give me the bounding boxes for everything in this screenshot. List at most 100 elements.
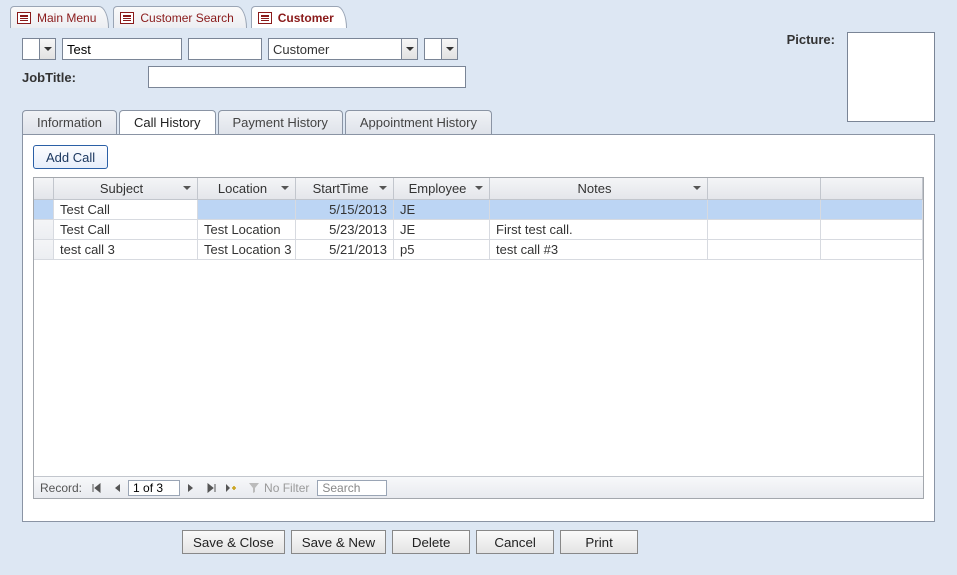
document-tab-bar: Main Menu Customer Search Customer [0,0,957,28]
cell-notes[interactable]: First test call. [490,220,708,240]
cell-location[interactable] [198,200,296,220]
print-button[interactable]: Print [560,530,638,554]
tab-information[interactable]: Information [22,110,117,134]
chevron-down-icon[interactable] [39,39,55,59]
form-icon [17,12,31,24]
record-label: Record: [40,481,82,495]
cell-notes[interactable] [490,200,708,220]
datasheet-body: Test Call5/15/2013JETest CallTest Locati… [34,200,923,476]
select-all-handle[interactable] [34,178,54,200]
nav-last-button[interactable] [202,480,220,496]
filter-indicator[interactable]: No Filter [248,481,309,495]
tab-label: Call History [134,115,200,130]
doc-tab-main-menu[interactable]: Main Menu [10,6,109,28]
picture-box[interactable] [847,32,935,122]
col-starttime[interactable]: StartTime [296,178,394,200]
cell-location[interactable]: Test Location 3 [198,240,296,260]
form-actions: Save & Close Save & New Delete Cancel Pr… [22,522,935,554]
form-icon [120,12,134,24]
cell-notes[interactable]: test call #3 [490,240,708,260]
row-selector[interactable] [34,240,54,260]
title-combo[interactable] [22,38,56,60]
chevron-down-icon[interactable] [475,186,483,194]
jobtitle-field[interactable] [148,66,466,88]
form-icon [258,12,272,24]
record-navigator: Record: No Filte [34,476,923,498]
chevron-down-icon[interactable] [401,39,417,59]
datasheet-header: Subject Location StartTime Employee Note… [34,178,923,200]
cell-extra[interactable] [821,220,923,240]
cell-extra[interactable] [821,240,923,260]
table-row[interactable]: Test Call 5/15/2013JE [34,200,923,220]
doc-tab-customer-search[interactable]: Customer Search [113,6,246,28]
delete-button[interactable]: Delete [392,530,470,554]
cell-location[interactable]: Test Location [198,220,296,240]
last-name-value: Customer [273,42,329,57]
tab-payment-history[interactable]: Payment History [218,110,343,134]
record-position-field[interactable] [128,480,180,496]
col-label: StartTime [313,181,369,196]
nav-new-button[interactable] [222,480,240,496]
cell-subject[interactable]: Test Call [54,220,198,240]
search-input[interactable] [317,480,387,496]
col-extra[interactable] [821,178,923,200]
last-name-combo[interactable]: Customer [268,38,418,60]
cell-employee[interactable]: p5 [394,240,490,260]
nav-prev-button[interactable] [108,480,126,496]
doc-tab-label: Main Menu [37,11,96,25]
chevron-down-icon[interactable] [693,186,701,194]
cell-extra[interactable] [708,240,821,260]
col-extra[interactable] [708,178,821,200]
col-employee[interactable]: Employee [394,178,490,200]
cell-subject[interactable]: Test Call [54,200,198,220]
chevron-down-icon[interactable] [281,186,289,194]
cancel-button[interactable]: Cancel [476,530,554,554]
col-label: Employee [409,181,467,196]
table-row[interactable]: test call 3Test Location 35/21/2013p5tes… [34,240,923,260]
chevron-down-icon[interactable] [183,186,191,194]
funnel-icon [248,482,260,494]
row-selector[interactable] [34,200,54,220]
tab-call-history[interactable]: Call History [119,110,215,134]
doc-tab-label: Customer Search [140,11,233,25]
doc-tab-label: Customer [278,11,334,25]
cell-employee[interactable]: JE [394,200,490,220]
col-location[interactable]: Location [198,178,296,200]
col-subject[interactable]: Subject [54,178,198,200]
tab-label: Information [37,115,102,130]
filter-label: No Filter [264,481,309,495]
cell-extra[interactable] [708,200,821,220]
button-label: Add Call [46,150,95,165]
cell-extra[interactable] [821,200,923,220]
cell-subject[interactable]: test call 3 [54,240,198,260]
tab-label: Payment History [233,115,328,130]
save-close-button[interactable]: Save & Close [182,530,285,554]
chevron-down-icon[interactable] [379,186,387,194]
tab-appointment-history[interactable]: Appointment History [345,110,492,134]
picture-block: Picture: [787,32,935,122]
nav-first-button[interactable] [88,480,106,496]
save-new-button[interactable]: Save & New [291,530,386,554]
button-label: Save & Close [193,535,274,550]
button-label: Save & New [302,535,375,550]
cell-employee[interactable]: JE [394,220,490,240]
cell-extra[interactable] [708,220,821,240]
calls-datasheet: Subject Location StartTime Employee Note… [33,177,924,499]
doc-tab-customer[interactable]: Customer [251,6,347,28]
button-label: Print [585,535,612,550]
chevron-down-icon[interactable] [441,39,457,59]
cell-starttime[interactable]: 5/21/2013 [296,240,394,260]
cell-starttime[interactable]: 5/23/2013 [296,220,394,240]
cell-starttime[interactable]: 5/15/2013 [296,200,394,220]
middle-name-field[interactable] [188,38,262,60]
col-notes[interactable]: Notes [490,178,708,200]
add-call-button[interactable]: Add Call [33,145,108,169]
table-row[interactable]: Test CallTest Location5/23/2013JEFirst t… [34,220,923,240]
first-name-field[interactable] [62,38,182,60]
row-selector[interactable] [34,220,54,240]
suffix-combo[interactable] [424,38,458,60]
jobtitle-label: JobTitle: [22,70,142,85]
nav-next-button[interactable] [182,480,200,496]
button-label: Cancel [494,535,536,550]
customer-form: Customer JobTitle: Picture: Information … [0,28,957,554]
